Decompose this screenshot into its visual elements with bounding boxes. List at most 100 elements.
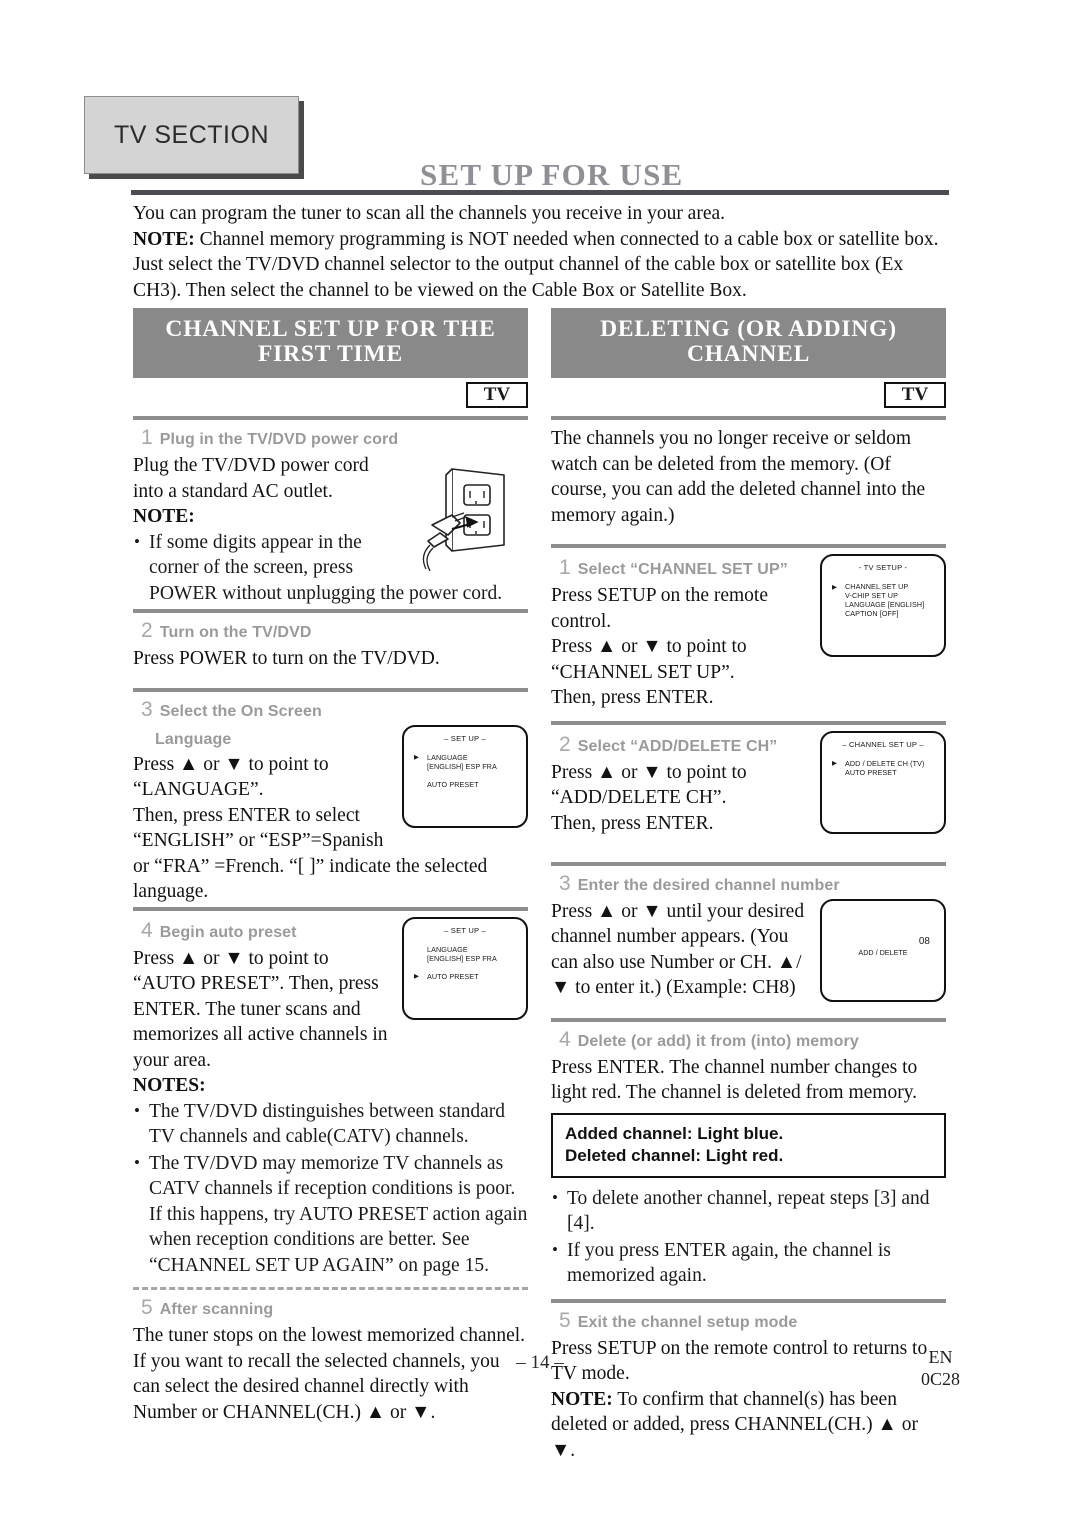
list-item: The TV/DVD may memorize TV channels as C… xyxy=(133,1150,528,1279)
osd-title: – CHANNEL SET UP – xyxy=(842,739,924,749)
osd-row-auto-preset: AUTO PRESET xyxy=(410,972,520,982)
osd-row-add-delete-ch: ADD / DELETE CH (TV) xyxy=(828,759,938,769)
language-code: EN xyxy=(928,1347,953,1367)
del-step-3: 3 Enter the desired channel number 08 ADD… xyxy=(551,872,946,1006)
left-section-banner: CHANNEL SET UP FOR THE FIRST TIME xyxy=(133,308,528,378)
osd-setup-auto-preset: – SET UP – LANGUAGE [ENGLISH] ESP FRA AU… xyxy=(402,916,528,1020)
note-label: NOTE: xyxy=(551,1388,613,1410)
tv-section-tab: TV SECTION xyxy=(84,96,299,174)
list-item: If some digits appear in the corner of t… xyxy=(133,529,528,607)
list-item: To delete another channel, repeat steps … xyxy=(551,1185,946,1237)
rule xyxy=(133,906,528,911)
step-4-number: 4 xyxy=(141,918,153,942)
step-3-heading: 3 Select the On Screen xyxy=(141,698,528,722)
osd-row-language: LANGUAGE [ENGLISH] xyxy=(845,600,925,609)
color-legend-callout: Added channel: Light blue. Deleted chann… xyxy=(551,1112,946,1178)
osd-spacer xyxy=(410,771,520,780)
step-5-body-1: The tuner stops on the lowest memorized … xyxy=(133,1325,526,1346)
del-step-4-heading: 4 Delete (or add) it from (into) memory xyxy=(559,1028,946,1052)
rule xyxy=(551,1298,946,1303)
step-3-number: 3 xyxy=(141,697,153,721)
step-5-title: After scanning xyxy=(159,1301,274,1318)
intro-note: NOTE: Channel memory programming is NOT … xyxy=(133,227,951,304)
step-2-number: 2 xyxy=(141,619,153,642)
del-step-4: 4 Delete (or add) it from (into) memory P… xyxy=(551,1028,946,1289)
title-divider xyxy=(131,190,949,195)
osd-row-language-options: [ENGLISH] ESP FRA xyxy=(427,953,497,963)
rule xyxy=(551,416,946,420)
document-code: 0C28 xyxy=(920,1369,960,1389)
list-item: If you press ENTER again, the channel is… xyxy=(551,1237,946,1289)
rule xyxy=(551,720,946,725)
left-badge-row: TV xyxy=(133,378,528,414)
step-2-title: Turn on the TV/DVD xyxy=(159,624,312,641)
step-4: – SET UP – LANGUAGE [ENGLISH] ESP FRA AU… xyxy=(133,916,528,1280)
step-5-heading: 5 After scanning xyxy=(141,1296,528,1320)
intro-line-1: You can program the tuner to scan all th… xyxy=(133,203,726,224)
step-3: 3 Select the On Screen – SET UP – LANGUAG… xyxy=(133,698,528,905)
osd-tv-setup: - TV SETUP - CHANNEL SET UP V-CHIP SET U… xyxy=(820,554,946,657)
del-step-3-heading: 3 Enter the desired channel number xyxy=(559,872,946,896)
step-1-title: Plug in the TV/DVD power cord xyxy=(159,431,399,448)
del-step-4-bullets: To delete another channel, repeat steps … xyxy=(551,1185,946,1289)
osd-row-channel-set-up: CHANNEL SET UP xyxy=(828,582,938,592)
list-item: The TV/DVD distinguishes between standar… xyxy=(133,1098,528,1150)
del-step-3-number: 3 xyxy=(559,871,571,895)
osd-title: - TV SETUP - xyxy=(858,563,908,572)
step-2: 2 Turn on the TV/DVD Press POWER to turn … xyxy=(133,619,528,672)
right-section-banner: DELETING (OR ADDING) CHANNEL xyxy=(551,308,946,378)
step-4-content: – SET UP – LANGUAGE [ENGLISH] ESP FRA AU… xyxy=(133,916,528,1280)
page-title: SET UP FOR USE xyxy=(420,157,684,192)
del-step-5-number: 5 xyxy=(559,1308,571,1332)
osd-setup-language: – SET UP – LANGUAGE [ENGLISH] ESP FRA AU… xyxy=(402,724,528,828)
del-step-5-heading: 5 Exit the channel setup mode xyxy=(559,1309,946,1333)
del-step-2-title: Select “ADD/DELETE CH” xyxy=(577,737,778,755)
del-step-1-content: - TV SETUP - CHANNEL SET UP V-CHIP SET U… xyxy=(551,554,946,711)
rule xyxy=(133,609,528,613)
step-4-title: Begin auto preset xyxy=(159,923,297,941)
rule xyxy=(551,1017,946,1022)
rule xyxy=(133,687,528,692)
tv-badge: TV xyxy=(884,382,946,408)
step-1: 1 Plug in the TV/DVD power cord Plug the… xyxy=(133,426,528,607)
osd-row-auto-preset: AUTO PRESET xyxy=(845,767,897,777)
del-step-2-content: – CHANNEL SET UP – ADD / DELETE CH (TV) … xyxy=(551,730,946,838)
step-2-body: Press POWER to turn on the TV/DVD. xyxy=(133,648,440,669)
intro-block: You can program the tuner to scan all th… xyxy=(133,201,951,303)
osd-row-language: LANGUAGE xyxy=(410,753,520,763)
del-step-2: – CHANNEL SET UP – ADD / DELETE CH (TV) … xyxy=(551,730,946,838)
del-step-3-title: Enter the desired channel number xyxy=(577,876,840,894)
del-step-4-body: Press ENTER. The channel number changes … xyxy=(551,1056,918,1104)
del-step-3-content: 08 ADD / DELETE Press ▲ or ▼ until your … xyxy=(551,898,946,1006)
del-step-2-number: 2 xyxy=(559,732,571,756)
osd-title: – SET UP – xyxy=(444,733,486,743)
right-badge-row: TV xyxy=(551,378,946,414)
page-number: – 14 – xyxy=(516,1352,564,1373)
step-3-content: – SET UP – LANGUAGE [ENGLISH] ESP FRA AU… xyxy=(133,724,528,905)
intro-note-label: NOTE: xyxy=(133,228,195,250)
tv-badge: TV xyxy=(466,382,528,408)
left-column: CHANNEL SET UP FOR THE FIRST TIME TV 1 Pl… xyxy=(133,308,528,1425)
osd-channel-number: 08 xyxy=(918,935,930,947)
osd-channel-set-up: – CHANNEL SET UP – ADD / DELETE CH (TV) … xyxy=(820,730,946,834)
right-column: DELETING (OR ADDING) CHANNEL TV The chan… xyxy=(551,308,946,1463)
note-label: NOTE: xyxy=(133,506,195,527)
step-3-title: Select the On Screen xyxy=(159,702,322,720)
osd-title: – SET UP – xyxy=(444,925,486,935)
step-2-heading: 2 Turn on the TV/DVD xyxy=(141,619,528,643)
callout-added-channel: Added channel: Light blue. xyxy=(565,1123,784,1143)
rule xyxy=(551,861,946,866)
notes-label: NOTES: xyxy=(133,1075,206,1096)
osd-row-vchip-set-up: V-CHIP SET UP xyxy=(845,591,898,600)
step-4-bullets: The TV/DVD distinguishes between standar… xyxy=(133,1098,528,1279)
step-4-notes-label: NOTES: xyxy=(133,1073,528,1099)
osd-row-language-options: [ENGLISH] ESP FRA xyxy=(427,761,497,771)
del-step-1: - TV SETUP - CHANNEL SET UP V-CHIP SET U… xyxy=(551,554,946,711)
osd-add-delete-label: ADD / DELETE xyxy=(858,947,908,957)
del-step-1-number: 1 xyxy=(559,556,571,579)
osd-row-auto-preset: AUTO PRESET xyxy=(427,779,479,789)
rule-dashed xyxy=(133,1287,528,1290)
del-step-4-number: 4 xyxy=(559,1027,571,1051)
rule xyxy=(551,544,946,548)
del-step-5-note: NOTE: To confirm that channel(s) has bee… xyxy=(551,1387,946,1464)
